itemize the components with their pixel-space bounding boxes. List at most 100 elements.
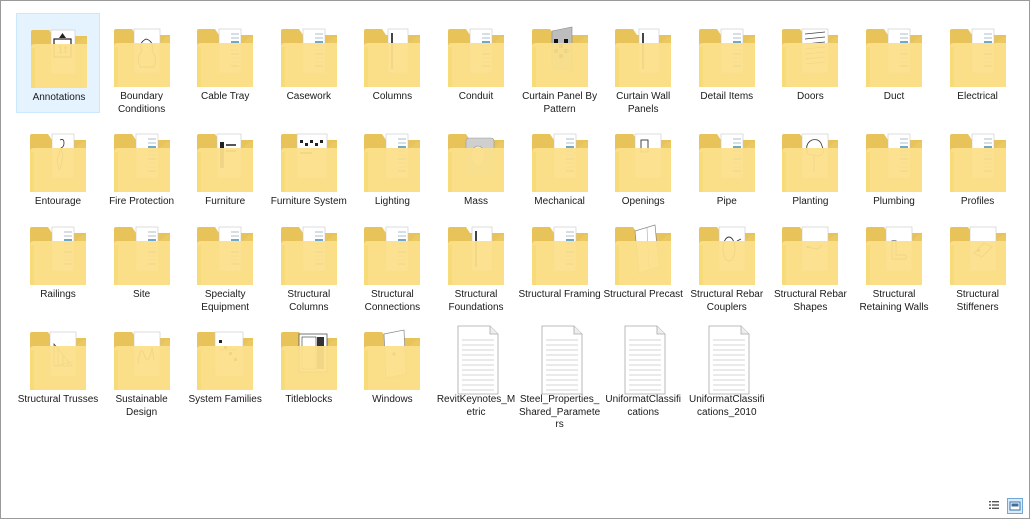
folder-icon xyxy=(30,226,86,285)
folder-icon xyxy=(364,226,421,285)
item-label: Furniture System xyxy=(270,196,347,207)
folder-item[interactable]: Fire Protection xyxy=(100,118,184,218)
folder-item[interactable]: Lighting xyxy=(350,118,434,218)
folder-item[interactable]: Cable Tray xyxy=(183,13,267,113)
folder-item[interactable]: System Families xyxy=(183,316,267,416)
item-label-line: etric xyxy=(466,406,486,418)
item-label: Openings xyxy=(621,196,665,207)
view-switcher xyxy=(985,498,1025,514)
folder-item[interactable]: Site xyxy=(100,211,184,311)
document-icon xyxy=(708,325,750,395)
folder-item[interactable]: 1t Annotations xyxy=(16,13,100,113)
folder-icon xyxy=(866,28,922,87)
folder-item[interactable]: Pipe xyxy=(685,118,769,218)
large-icons-view-icon xyxy=(1009,501,1021,511)
folder-item[interactable]: Structural Columns xyxy=(267,211,351,313)
folder-icon xyxy=(280,332,337,390)
item-label: RevitKeynotes_M etric xyxy=(434,394,518,419)
folder-item[interactable]: Structural Rebar Shapes xyxy=(768,211,852,313)
large-icons-view-button[interactable] xyxy=(1007,498,1023,514)
folder-item[interactable]: Titleblocks xyxy=(267,316,351,416)
file-item[interactable]: RevitKeynotes_M etric xyxy=(434,316,518,419)
folder-icon xyxy=(698,133,755,192)
folder-icon xyxy=(113,226,170,285)
folder-icon xyxy=(364,329,421,390)
folder-item[interactable]: Planting xyxy=(768,118,852,218)
file-item[interactable]: Steel_Properties_ Shared_Paramete rs xyxy=(518,316,602,430)
folder-icon xyxy=(782,133,839,192)
item-label: Furniture xyxy=(205,196,246,207)
folder-item[interactable]: Structural Connections xyxy=(350,211,434,313)
item-label: Pipe xyxy=(716,196,737,207)
folder-icon xyxy=(280,28,337,87)
item-label: Windows xyxy=(372,394,413,405)
item-label-line: cations xyxy=(627,406,660,418)
folder-item[interactable]: Electrical xyxy=(936,13,1020,113)
folder-item[interactable]: Structural Precast xyxy=(601,211,685,311)
item-label-line: UniformatClassifi xyxy=(689,394,765,405)
folder-item[interactable]: Structural Framing xyxy=(518,211,602,311)
folder-item[interactable]: Structural Trusses xyxy=(16,316,100,416)
folder-icon xyxy=(531,133,588,192)
folder-icon xyxy=(615,28,672,87)
folder-item[interactable]: Entourage xyxy=(16,118,100,218)
item-label-line: RevitKeynotes_M xyxy=(436,394,516,405)
item-label: Structural Columns xyxy=(287,289,331,313)
folder-item[interactable]: Mass xyxy=(434,118,518,218)
folder-item[interactable]: Curtain Panel By Pattern xyxy=(518,13,602,115)
item-label: Railings xyxy=(40,289,76,300)
item-label-line: rs xyxy=(555,419,564,430)
file-explorer-window: 1t Annotations Boundary Conditions Cable… xyxy=(0,0,1030,519)
item-label: Cable Tray xyxy=(201,91,250,102)
folder-item[interactable]: Boundary Conditions xyxy=(100,13,184,115)
item-label: Plumbing xyxy=(873,196,915,207)
details-view-button[interactable] xyxy=(987,498,1003,514)
folder-item[interactable]: Structural Foundations xyxy=(434,211,518,313)
item-label-line: UniformatClassifi xyxy=(605,394,681,405)
folder-icon: 1t xyxy=(31,29,87,88)
item-label: Titleblocks xyxy=(285,394,333,405)
item-label-line: Shared_Paramete xyxy=(519,406,601,418)
folder-item[interactable]: Duct xyxy=(852,13,936,113)
folder-item[interactable]: Openings xyxy=(601,118,685,218)
folder-item[interactable]: Plumbing xyxy=(852,118,936,218)
folder-item[interactable]: Specialty Equipment xyxy=(183,211,267,313)
folder-item[interactable]: Conduit xyxy=(434,13,518,113)
item-label: Duct xyxy=(883,91,905,102)
folder-icon xyxy=(782,28,839,87)
item-label: Boundary Conditions xyxy=(117,91,166,115)
item-label: Entourage xyxy=(34,196,82,207)
folder-item[interactable]: Detail Items xyxy=(685,13,769,113)
folder-item[interactable]: Curtain Wall Panels xyxy=(601,13,685,115)
file-item[interactable]: UniformatClassifi cations_2010 xyxy=(685,316,769,418)
item-label: Detail Items xyxy=(700,91,754,102)
document-icon xyxy=(457,325,499,395)
file-item[interactable]: UniformatClassifi cations xyxy=(601,316,685,418)
item-label: Mechanical xyxy=(534,196,585,207)
folder-item[interactable]: Casework xyxy=(267,13,351,113)
item-label: Steel_Properties_ Shared_Paramete rs xyxy=(518,394,602,432)
document-icon xyxy=(624,325,666,395)
item-label: Doors xyxy=(797,91,824,102)
folder-icon xyxy=(698,226,755,285)
folder-item[interactable]: Furniture System xyxy=(267,118,351,218)
folder-icon xyxy=(30,331,86,390)
item-label: Structural Framing xyxy=(518,289,601,300)
item-label: Sustainable Design xyxy=(115,394,168,418)
folder-item[interactable]: Sustainable Design xyxy=(100,316,184,418)
folder-item[interactable]: Railings xyxy=(16,211,100,311)
folder-icon xyxy=(197,226,254,285)
folder-icon xyxy=(280,133,337,192)
item-label: Fire Protection xyxy=(109,196,175,207)
folder-item[interactable]: Columns xyxy=(350,13,434,113)
item-label: Structural Rebar Couplers xyxy=(690,289,764,313)
folder-item[interactable]: Windows xyxy=(350,316,434,416)
folder-item[interactable]: Doors xyxy=(768,13,852,113)
item-label: Lighting xyxy=(374,196,410,207)
folder-item[interactable]: Mechanical xyxy=(518,118,602,218)
folder-item[interactable]: Profiles xyxy=(936,118,1020,218)
folder-item[interactable]: Structural Stiffeners xyxy=(936,211,1020,313)
folder-item[interactable]: Furniture xyxy=(183,118,267,218)
folder-item[interactable]: Structural Rebar Couplers xyxy=(685,211,769,313)
folder-item[interactable]: Structural Retaining Walls xyxy=(852,211,936,313)
